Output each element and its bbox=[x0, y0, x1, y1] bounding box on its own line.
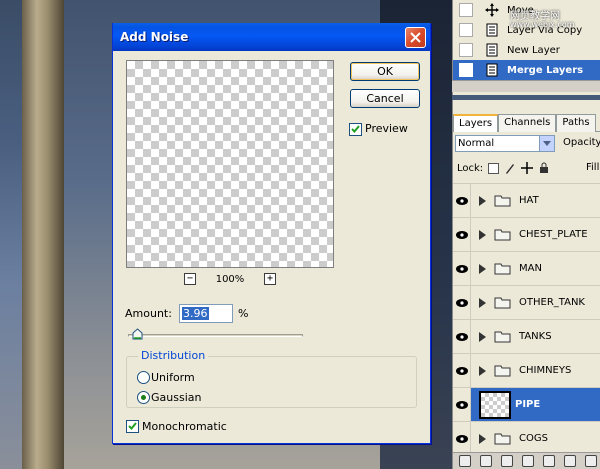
blend-mode-select[interactable]: Normal bbox=[455, 135, 555, 152]
document-icon bbox=[486, 63, 498, 77]
folder-icon bbox=[494, 263, 511, 275]
amount-unit: % bbox=[238, 307, 249, 320]
cancel-button[interactable]: Cancel bbox=[350, 89, 420, 108]
eye-icon[interactable] bbox=[453, 353, 471, 388]
distribution-title: Distribution bbox=[138, 349, 209, 362]
tab-layers[interactable]: Layers bbox=[453, 114, 499, 132]
link-layers-icon[interactable] bbox=[459, 455, 471, 467]
folder-icon bbox=[494, 229, 511, 241]
amount-label: Amount: bbox=[125, 307, 172, 320]
layer-name: HAT bbox=[519, 195, 539, 206]
expand-arrow-icon[interactable] bbox=[479, 263, 486, 274]
layer-name: TANKS bbox=[519, 331, 552, 342]
layers-panel: Layers Channels Paths Normal Opacity Loc… bbox=[452, 100, 600, 469]
folder-icon bbox=[494, 331, 511, 343]
layer-thumbnail bbox=[479, 390, 511, 419]
eye-icon[interactable] bbox=[453, 421, 471, 456]
zoom-level: 100% bbox=[215, 273, 245, 285]
layer-style-icon[interactable] bbox=[480, 455, 492, 467]
layer-row[interactable]: MAN bbox=[453, 251, 600, 286]
layer-name: OTHER_TANK bbox=[519, 297, 585, 308]
new-layer-icon[interactable] bbox=[564, 455, 576, 467]
trash-icon[interactable] bbox=[585, 455, 597, 467]
history-toolbar bbox=[452, 80, 600, 92]
folder-icon bbox=[494, 297, 511, 309]
uniform-label: Uniform bbox=[151, 371, 195, 384]
fill-label: Fill: bbox=[586, 162, 600, 173]
history-item[interactable]: New Layer bbox=[453, 40, 600, 60]
preview-label: Preview bbox=[365, 122, 408, 135]
eye-icon[interactable] bbox=[453, 319, 471, 354]
layer-name: CHIMNEYS bbox=[519, 365, 572, 376]
tab-channels[interactable]: Channels bbox=[498, 114, 557, 132]
eye-icon[interactable] bbox=[453, 217, 471, 252]
expand-arrow-icon[interactable] bbox=[479, 331, 486, 342]
expand-arrow-icon[interactable] bbox=[479, 365, 486, 376]
layer-row-selected[interactable]: PIPE bbox=[453, 387, 600, 422]
dialog-title: Add Noise bbox=[120, 30, 189, 44]
document-icon bbox=[486, 43, 498, 57]
tab-paths[interactable]: Paths bbox=[556, 114, 596, 132]
gaussian-radio[interactable] bbox=[137, 391, 150, 404]
monochromatic-checkbox[interactable] bbox=[126, 420, 139, 433]
zoom-controls: − 100% + bbox=[126, 271, 334, 287]
preview-checkbox[interactable] bbox=[349, 123, 362, 136]
add-noise-dialog: Add Noise − 100% + OK Cancel Preview Amo… bbox=[112, 23, 431, 444]
layer-row[interactable]: CHIMNEYS bbox=[453, 353, 600, 388]
amount-input[interactable]: 3.96 bbox=[179, 304, 233, 323]
lock-icon[interactable] bbox=[538, 162, 550, 174]
amount-slider-track[interactable] bbox=[128, 334, 303, 337]
layer-mask-icon[interactable] bbox=[501, 455, 513, 467]
checkmark-icon bbox=[351, 125, 360, 133]
uniform-radio[interactable] bbox=[137, 371, 150, 384]
folder-icon bbox=[494, 365, 511, 377]
eye-icon[interactable] bbox=[453, 251, 471, 286]
opacity-label: Opacity bbox=[563, 137, 600, 148]
zoom-in-button[interactable]: + bbox=[264, 273, 276, 285]
checkmark-icon bbox=[128, 422, 137, 430]
layers-tabs: Layers Channels Paths bbox=[453, 114, 600, 132]
move-tool-icon bbox=[485, 3, 499, 17]
layer-row[interactable]: OTHER_TANK bbox=[453, 285, 600, 320]
eye-icon[interactable] bbox=[453, 387, 471, 422]
history-item-selected[interactable]: Merge Layers bbox=[453, 60, 600, 80]
monochromatic-label: Monochromatic bbox=[142, 420, 227, 433]
close-button[interactable] bbox=[405, 27, 426, 48]
eye-icon[interactable] bbox=[453, 285, 471, 320]
folder-icon bbox=[494, 195, 511, 207]
adjustment-layer-icon[interactable] bbox=[522, 455, 534, 467]
gaussian-label: Gaussian bbox=[151, 391, 202, 404]
layer-name: COGS bbox=[519, 433, 548, 444]
layer-name: CHEST_PLATE bbox=[519, 229, 588, 240]
layer-row[interactable]: COGS bbox=[453, 421, 600, 456]
layer-row[interactable]: TANKS bbox=[453, 319, 600, 354]
close-icon bbox=[410, 32, 421, 43]
layer-row[interactable]: HAT bbox=[453, 183, 600, 218]
new-group-icon[interactable] bbox=[543, 455, 555, 467]
layers-toolbar bbox=[453, 452, 600, 469]
document-icon bbox=[486, 23, 498, 37]
ok-button[interactable]: OK bbox=[350, 62, 420, 81]
lock-transparency-icon[interactable] bbox=[488, 162, 500, 174]
background-pipe bbox=[22, 0, 64, 469]
expand-arrow-icon[interactable] bbox=[479, 195, 486, 206]
layer-row[interactable]: CHEST_PLATE bbox=[453, 217, 600, 252]
expand-arrow-icon[interactable] bbox=[479, 229, 486, 240]
brush-icon[interactable] bbox=[504, 162, 516, 174]
lock-row: Lock: bbox=[457, 162, 550, 174]
zoom-out-button[interactable]: − bbox=[184, 273, 196, 285]
move-icon[interactable] bbox=[521, 162, 534, 174]
watermark-url: www.webjx.com bbox=[510, 20, 575, 29]
dialog-titlebar[interactable]: Add Noise bbox=[113, 23, 430, 51]
preview-canvas[interactable] bbox=[126, 60, 334, 268]
folder-icon bbox=[494, 433, 511, 445]
expand-arrow-icon[interactable] bbox=[479, 433, 486, 444]
amount-slider-thumb[interactable] bbox=[132, 328, 143, 340]
chevron-down-icon bbox=[539, 136, 554, 151]
layer-name: MAN bbox=[519, 263, 542, 274]
eye-icon[interactable] bbox=[453, 183, 471, 218]
expand-arrow-icon[interactable] bbox=[479, 297, 486, 308]
layer-name: PIPE bbox=[515, 399, 541, 410]
